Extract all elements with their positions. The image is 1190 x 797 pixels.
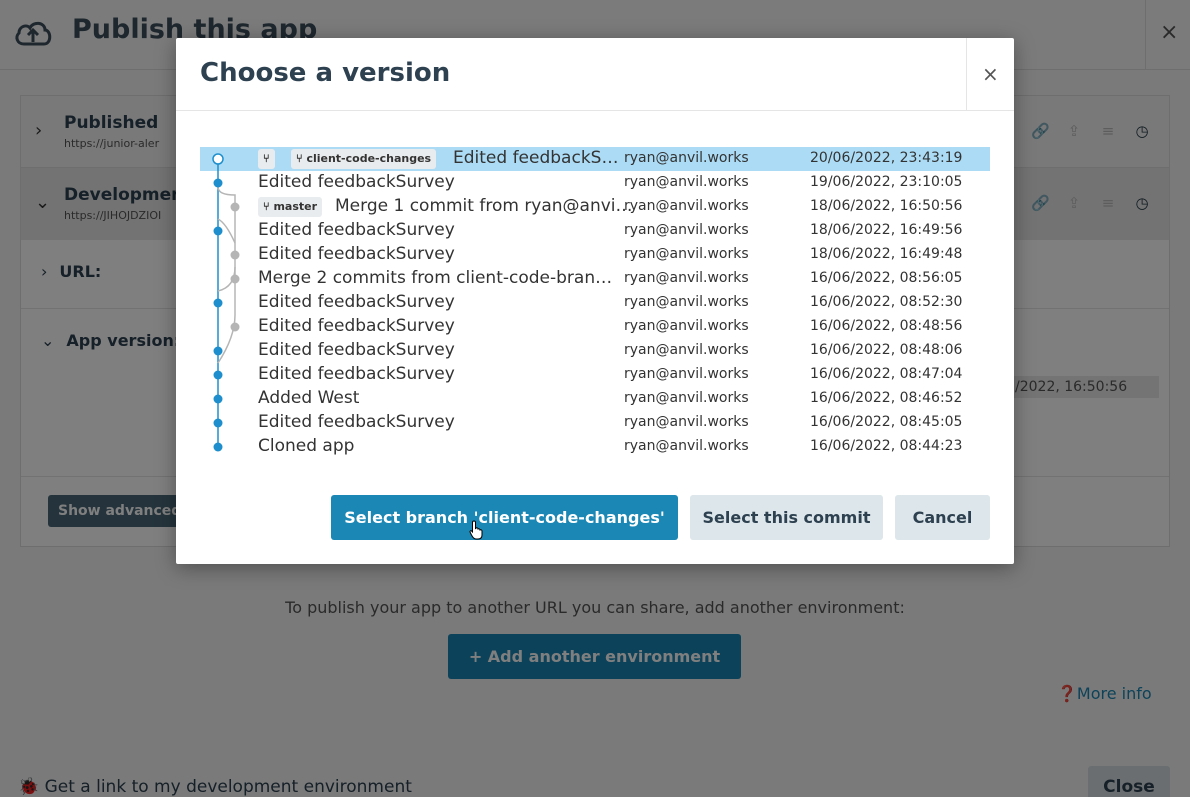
commit-list: ⑂ ⑂ client-code-changes Edited feedbackS… [200, 147, 990, 459]
commit-date: 20/06/2022, 23:43:19 [810, 150, 963, 166]
modal-close-icon[interactable]: × [982, 62, 999, 86]
commit-message: Edited feedbackSurvey [258, 340, 455, 360]
commit-message: Edited feedbackSurvey [258, 220, 455, 240]
commit-date: 18/06/2022, 16:50:56 [810, 198, 963, 214]
commit-author: ryan@anvil.works [624, 342, 749, 358]
commit-author: ryan@anvil.works [624, 294, 749, 310]
commit-date: 16/06/2022, 08:45:05 [810, 414, 963, 430]
commit-node [213, 370, 223, 380]
commit-node [213, 442, 223, 452]
branch-tag: ⑂ client-code-changes [291, 149, 437, 169]
commit-message: Edited feedbackSurvey [258, 316, 455, 336]
commit-message: Edited feedbackSurvey [258, 364, 455, 384]
commit-author: ryan@anvil.works [624, 270, 749, 286]
branch-icon: ⑂ [263, 152, 270, 165]
commit-date: 16/06/2022, 08:46:52 [810, 390, 963, 406]
branch-tag: ⑂ [258, 149, 275, 169]
commit-author: ryan@anvil.works [624, 318, 749, 334]
commit-graph [212, 153, 240, 452]
branch-tag: ⑂ master [258, 197, 323, 217]
commit-message: Cloned app [258, 436, 355, 456]
commit-node [230, 274, 240, 284]
commit-date: 16/06/2022, 08:56:05 [810, 270, 963, 286]
commit-node [230, 322, 240, 332]
commit-date: 16/06/2022, 08:52:30 [810, 294, 963, 310]
commit-node [213, 226, 223, 236]
commit-node [213, 394, 223, 404]
commit-node [230, 250, 240, 260]
select-commit-button[interactable]: Select this commit [690, 495, 883, 540]
commit-date: 18/06/2022, 16:49:56 [810, 222, 963, 238]
commit-node [213, 418, 223, 428]
commit-author: ryan@anvil.works [624, 222, 749, 238]
commit-row[interactable]: Edited feedbackSurvey ryan@anvil.works 1… [200, 291, 990, 315]
commit-node-selected [212, 153, 224, 165]
commit-author: ryan@anvil.works [624, 390, 749, 406]
commit-node [213, 346, 223, 356]
commit-node [213, 298, 223, 308]
commit-message: Edited feedbackSurvey [258, 412, 455, 432]
branch-icon: ⑂ [263, 200, 274, 213]
commit-author: ryan@anvil.works [624, 246, 749, 262]
branch-icon: ⑂ [296, 152, 307, 165]
commit-date: 16/06/2022, 08:48:56 [810, 318, 963, 334]
commit-message: Edited feedbackSurvey [258, 292, 455, 312]
commit-date: 16/06/2022, 08:47:04 [810, 366, 963, 382]
select-branch-button[interactable]: Select branch 'client-code-changes' [331, 495, 678, 540]
commit-date: 19/06/2022, 23:10:05 [810, 174, 963, 190]
commit-node [230, 202, 240, 212]
commit-date: 18/06/2022, 16:49:48 [810, 246, 963, 262]
commit-date: 16/06/2022, 08:48:06 [810, 342, 963, 358]
commit-author: ryan@anvil.works [624, 438, 749, 454]
cancel-button[interactable]: Cancel [895, 495, 990, 540]
commit-row[interactable]: Edited feedbackSurvey ryan@anvil.works 1… [200, 171, 990, 195]
commit-author: ryan@anvil.works [624, 198, 749, 214]
commit-row[interactable]: Edited feedbackSurvey ryan@anvil.works 1… [200, 411, 990, 435]
commit-message: Edited feedbackS… [453, 148, 619, 168]
modal-header: Choose a version × [176, 38, 1014, 111]
commit-row[interactable]: ⑂ master Merge 1 commit from ryan@anvi… … [200, 195, 990, 219]
commit-row[interactable]: Edited feedbackSurvey ryan@anvil.works 1… [200, 363, 990, 387]
commit-message: Merge 2 commits from client-code-bran… [258, 268, 613, 288]
commit-row[interactable]: Merge 2 commits from client-code-bran… r… [200, 267, 990, 291]
commit-row[interactable]: Edited feedbackSurvey ryan@anvil.works 1… [200, 315, 990, 339]
hand-cursor-icon [469, 520, 483, 540]
commit-node [213, 178, 223, 188]
commit-date: 16/06/2022, 08:44:23 [810, 438, 963, 454]
commit-message: Added West [258, 388, 360, 408]
commit-author: ryan@anvil.works [624, 366, 749, 382]
modal-title: Choose a version [200, 58, 451, 88]
commit-message: Edited feedbackSurvey [258, 244, 455, 264]
choose-version-modal: Choose a version × ⑂ ⑂ client-code-chang… [176, 38, 1014, 564]
commit-row[interactable]: Cloned app ryan@anvil.works 16/06/2022, … [200, 435, 990, 459]
header-divider [966, 38, 967, 110]
commit-author: ryan@anvil.works [624, 414, 749, 430]
commit-author: ryan@anvil.works [624, 174, 749, 190]
commit-message: Merge 1 commit from ryan@anvi… [335, 196, 633, 216]
commit-author: ryan@anvil.works [624, 150, 749, 166]
commit-row[interactable]: ⑂ ⑂ client-code-changes Edited feedbackS… [200, 147, 990, 171]
commit-row[interactable]: Edited feedbackSurvey ryan@anvil.works 1… [200, 243, 990, 267]
commit-row[interactable]: Added West ryan@anvil.works 16/06/2022, … [200, 387, 990, 411]
commit-message: Edited feedbackSurvey [258, 172, 455, 192]
commit-row[interactable]: Edited feedbackSurvey ryan@anvil.works 1… [200, 219, 990, 243]
commit-row[interactable]: Edited feedbackSurvey ryan@anvil.works 1… [200, 339, 990, 363]
